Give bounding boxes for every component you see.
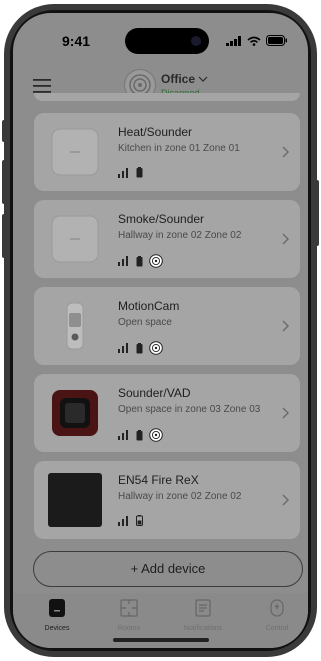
- device-card[interactable]: Sounder/VAD Open space in zone 03 Zone 0…: [34, 374, 300, 452]
- chevron-right-icon: [282, 407, 289, 419]
- signal-strength-icon: [118, 343, 128, 353]
- tab-control[interactable]: Control: [247, 599, 307, 632]
- home-indicator[interactable]: [113, 638, 209, 642]
- status-bar: 9:41: [13, 13, 308, 57]
- status-icons: [226, 35, 288, 46]
- fire-interconnect-icon: [149, 341, 163, 355]
- add-device-label: + Add device: [130, 561, 206, 576]
- battery-full-icon: [136, 429, 143, 440]
- device-room: Open space: [118, 317, 172, 328]
- cellular-signal-icon: [226, 35, 241, 46]
- signal-strength-icon: [118, 256, 128, 266]
- battery-icon: [266, 35, 287, 46]
- device-card[interactable]: EN54 Fire ReX Hallway in zone 02 Zone 02: [34, 461, 300, 539]
- tab-devices[interactable]: Devices: [27, 599, 87, 632]
- battery-full-icon: [136, 342, 143, 353]
- rooms-icon: [120, 599, 138, 617]
- mute-switch: [2, 120, 6, 142]
- heat-sounder-image: [51, 128, 99, 176]
- battery-half-icon: [136, 515, 143, 526]
- notifications-icon: [195, 599, 211, 617]
- en54-fire-rex-image: [48, 473, 102, 527]
- device-status-icons: [118, 515, 143, 526]
- signal-strength-icon: [118, 167, 128, 178]
- device-status-icons: [118, 167, 143, 178]
- device-room: Kitchen in zone 01 Zone 01: [118, 143, 240, 154]
- hub-selector[interactable]: Office: [161, 72, 208, 86]
- hub-name: Office: [161, 72, 196, 86]
- sounder-vad-image: [52, 390, 98, 436]
- previous-device-card[interactable]: [34, 93, 300, 101]
- tab-label: Notifications: [183, 625, 223, 632]
- control-icon: [270, 599, 284, 617]
- battery-full-icon: [136, 255, 143, 266]
- signal-strength-icon: [118, 430, 128, 440]
- devices-icon: [49, 599, 65, 617]
- device-card[interactable]: Smoke/Sounder Hallway in zone 02 Zone 02: [34, 200, 300, 278]
- chevron-right-icon: [282, 320, 289, 332]
- tab-label: Control: [265, 625, 289, 632]
- wifi-icon: [247, 36, 261, 46]
- battery-full-icon: [136, 167, 143, 178]
- tab-label: Devices: [44, 625, 70, 632]
- tab-rooms[interactable]: Rooms: [99, 599, 159, 632]
- chevron-right-icon: [282, 494, 289, 506]
- screen: 9:41 Office Heat/Sounder Kitchen in zone…: [13, 13, 308, 648]
- menu-icon[interactable]: [33, 79, 51, 93]
- device-name: MotionCam: [118, 299, 180, 313]
- device-room: Hallway in zone 02 Zone 02: [118, 230, 242, 241]
- tab-notifications[interactable]: Notifications: [173, 599, 233, 632]
- add-device-button[interactable]: + Add device: [33, 551, 303, 587]
- device-status-icons: [118, 341, 163, 355]
- chevron-right-icon: [282, 233, 289, 245]
- dynamic-island: [125, 28, 209, 54]
- smoke-sounder-image: [51, 215, 99, 263]
- volume-up-button: [2, 160, 6, 204]
- device-room: Open space in zone 03 Zone 03: [118, 404, 261, 415]
- device-name: Heat/Sounder: [118, 125, 193, 139]
- chevron-right-icon: [282, 146, 289, 158]
- device-status-icons: [118, 428, 163, 442]
- tab-label: Rooms: [117, 625, 141, 632]
- device-room: Hallway in zone 02 Zone 02: [118, 491, 242, 502]
- device-name: Smoke/Sounder: [118, 212, 205, 226]
- fire-interconnect-icon: [149, 428, 163, 442]
- device-card[interactable]: MotionCam Open space: [34, 287, 300, 365]
- status-time: 9:41: [62, 33, 91, 49]
- device-card[interactable]: Heat/Sounder Kitchen in zone 01 Zone 01: [34, 113, 300, 191]
- power-button: [315, 180, 319, 246]
- signal-strength-icon: [118, 515, 128, 526]
- volume-down-button: [2, 214, 6, 258]
- device-status-icons: [118, 254, 163, 268]
- motioncam-image: [66, 302, 84, 350]
- fire-interconnect-icon: [149, 254, 163, 268]
- device-name: Sounder/VAD: [118, 386, 191, 400]
- chevron-down-icon: [198, 76, 208, 82]
- device-name: EN54 Fire ReX: [118, 473, 199, 487]
